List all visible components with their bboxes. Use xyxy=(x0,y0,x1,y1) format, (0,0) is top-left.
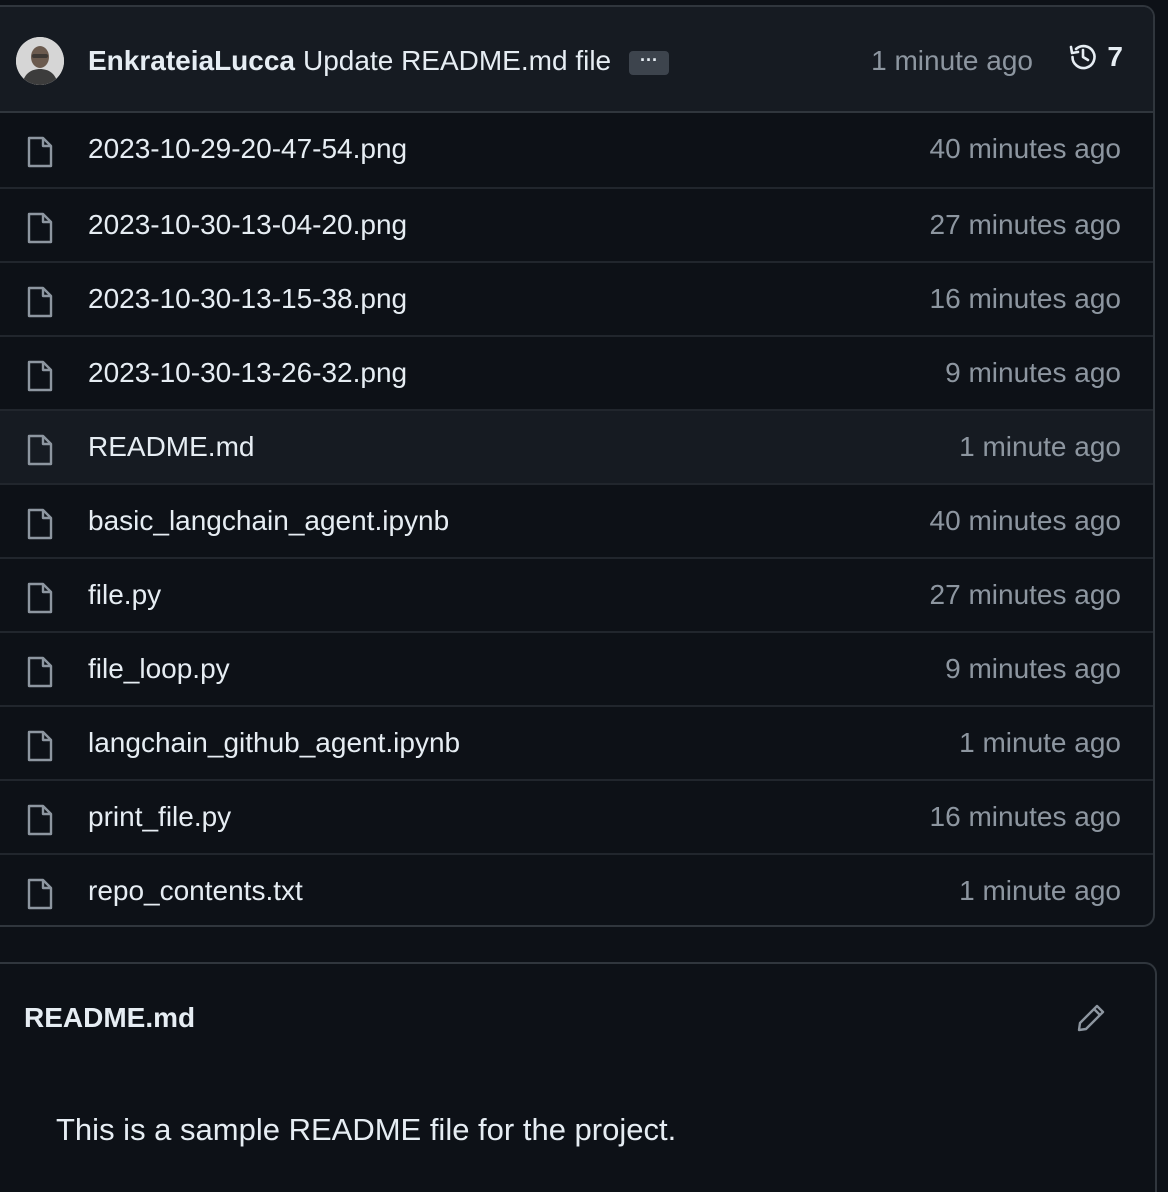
file-row[interactable]: file.py 27 minutes ago xyxy=(0,557,1153,631)
file-icon xyxy=(26,135,54,174)
file-icon xyxy=(26,655,54,694)
file-name-link[interactable]: README.md xyxy=(88,431,254,463)
file-row[interactable]: print_file.py 16 minutes ago xyxy=(0,779,1153,853)
commit-time: 1 minute ago xyxy=(871,45,1033,76)
file-icon xyxy=(26,507,54,546)
file-row[interactable]: repo_contents.txt 1 minute ago xyxy=(0,853,1153,925)
file-row[interactable]: 2023-10-29-20-47-54.png 40 minutes ago xyxy=(0,113,1153,187)
file-icon xyxy=(26,285,54,324)
file-icon xyxy=(26,729,54,768)
file-icon xyxy=(26,803,54,842)
file-name-link[interactable]: repo_contents.txt xyxy=(88,875,303,907)
edit-readme-button[interactable] xyxy=(1075,1002,1107,1039)
file-last-modified: 27 minutes ago xyxy=(929,209,1121,240)
file-name-link[interactable]: 2023-10-30-13-15-38.png xyxy=(88,283,407,315)
file-icon xyxy=(26,359,54,398)
file-last-modified: 9 minutes ago xyxy=(945,357,1121,388)
readme-panel: README.md This is a sample README file f… xyxy=(0,962,1157,1192)
file-name-link[interactable]: file.py xyxy=(88,579,161,611)
file-last-modified: 40 minutes ago xyxy=(929,133,1121,164)
file-row[interactable]: 2023-10-30-13-15-38.png 16 minutes ago xyxy=(0,261,1153,335)
file-last-modified: 9 minutes ago xyxy=(945,653,1121,684)
avatar[interactable] xyxy=(16,37,64,85)
commit-count: 7 xyxy=(1107,41,1123,72)
file-name-link[interactable]: 2023-10-30-13-04-20.png xyxy=(88,209,407,241)
readme-title: README.md xyxy=(24,1002,196,1033)
file-icon xyxy=(26,433,54,472)
file-name-link[interactable]: file_loop.py xyxy=(88,653,230,685)
file-row[interactable]: README.md 1 minute ago xyxy=(0,409,1153,483)
file-name-link[interactable]: langchain_github_agent.ipynb xyxy=(88,727,460,759)
file-row[interactable]: file_loop.py 9 minutes ago xyxy=(0,631,1153,705)
file-last-modified: 40 minutes ago xyxy=(929,505,1121,536)
history-icon xyxy=(1070,44,1097,70)
history-button[interactable]: 7 xyxy=(1067,41,1123,73)
pencil-icon xyxy=(1077,1004,1105,1032)
file-icon xyxy=(26,581,54,620)
file-last-modified: 16 minutes ago xyxy=(929,801,1121,832)
file-browser: EnkrateiaLucca Update README.md file ···… xyxy=(0,5,1155,927)
file-last-modified: 1 minute ago xyxy=(959,727,1121,758)
file-icon xyxy=(26,211,54,250)
file-list: 2023-10-29-20-47-54.png 40 minutes ago 2… xyxy=(0,113,1153,925)
file-row[interactable]: 2023-10-30-13-26-32.png 9 minutes ago xyxy=(0,335,1153,409)
file-last-modified: 1 minute ago xyxy=(959,431,1121,462)
file-row[interactable]: 2023-10-30-13-04-20.png 27 minutes ago xyxy=(0,187,1153,261)
commit-details-toggle-button[interactable]: ··· xyxy=(629,51,669,75)
file-name-link[interactable]: 2023-10-30-13-26-32.png xyxy=(88,357,407,389)
file-row[interactable]: basic_langchain_agent.ipynb 40 minutes a… xyxy=(0,483,1153,557)
readme-content: This is a sample README file for the pro… xyxy=(56,1112,677,1147)
commit-message-link[interactable]: Update README.md file xyxy=(303,45,611,77)
file-name-link[interactable]: basic_langchain_agent.ipynb xyxy=(88,505,449,537)
file-last-modified: 1 minute ago xyxy=(959,875,1121,906)
repository-file-view: EnkrateiaLucca Update README.md file ···… xyxy=(0,0,1168,1192)
file-name-link[interactable]: print_file.py xyxy=(88,801,231,833)
file-last-modified: 16 minutes ago xyxy=(929,283,1121,314)
file-row[interactable]: langchain_github_agent.ipynb 1 minute ag… xyxy=(0,705,1153,779)
file-last-modified: 27 minutes ago xyxy=(929,579,1121,610)
file-name-link[interactable]: 2023-10-29-20-47-54.png xyxy=(88,133,407,165)
latest-commit-bar: EnkrateiaLucca Update README.md file ···… xyxy=(0,7,1153,113)
file-icon xyxy=(26,877,54,916)
commit-author-link[interactable]: EnkrateiaLucca xyxy=(88,45,295,77)
